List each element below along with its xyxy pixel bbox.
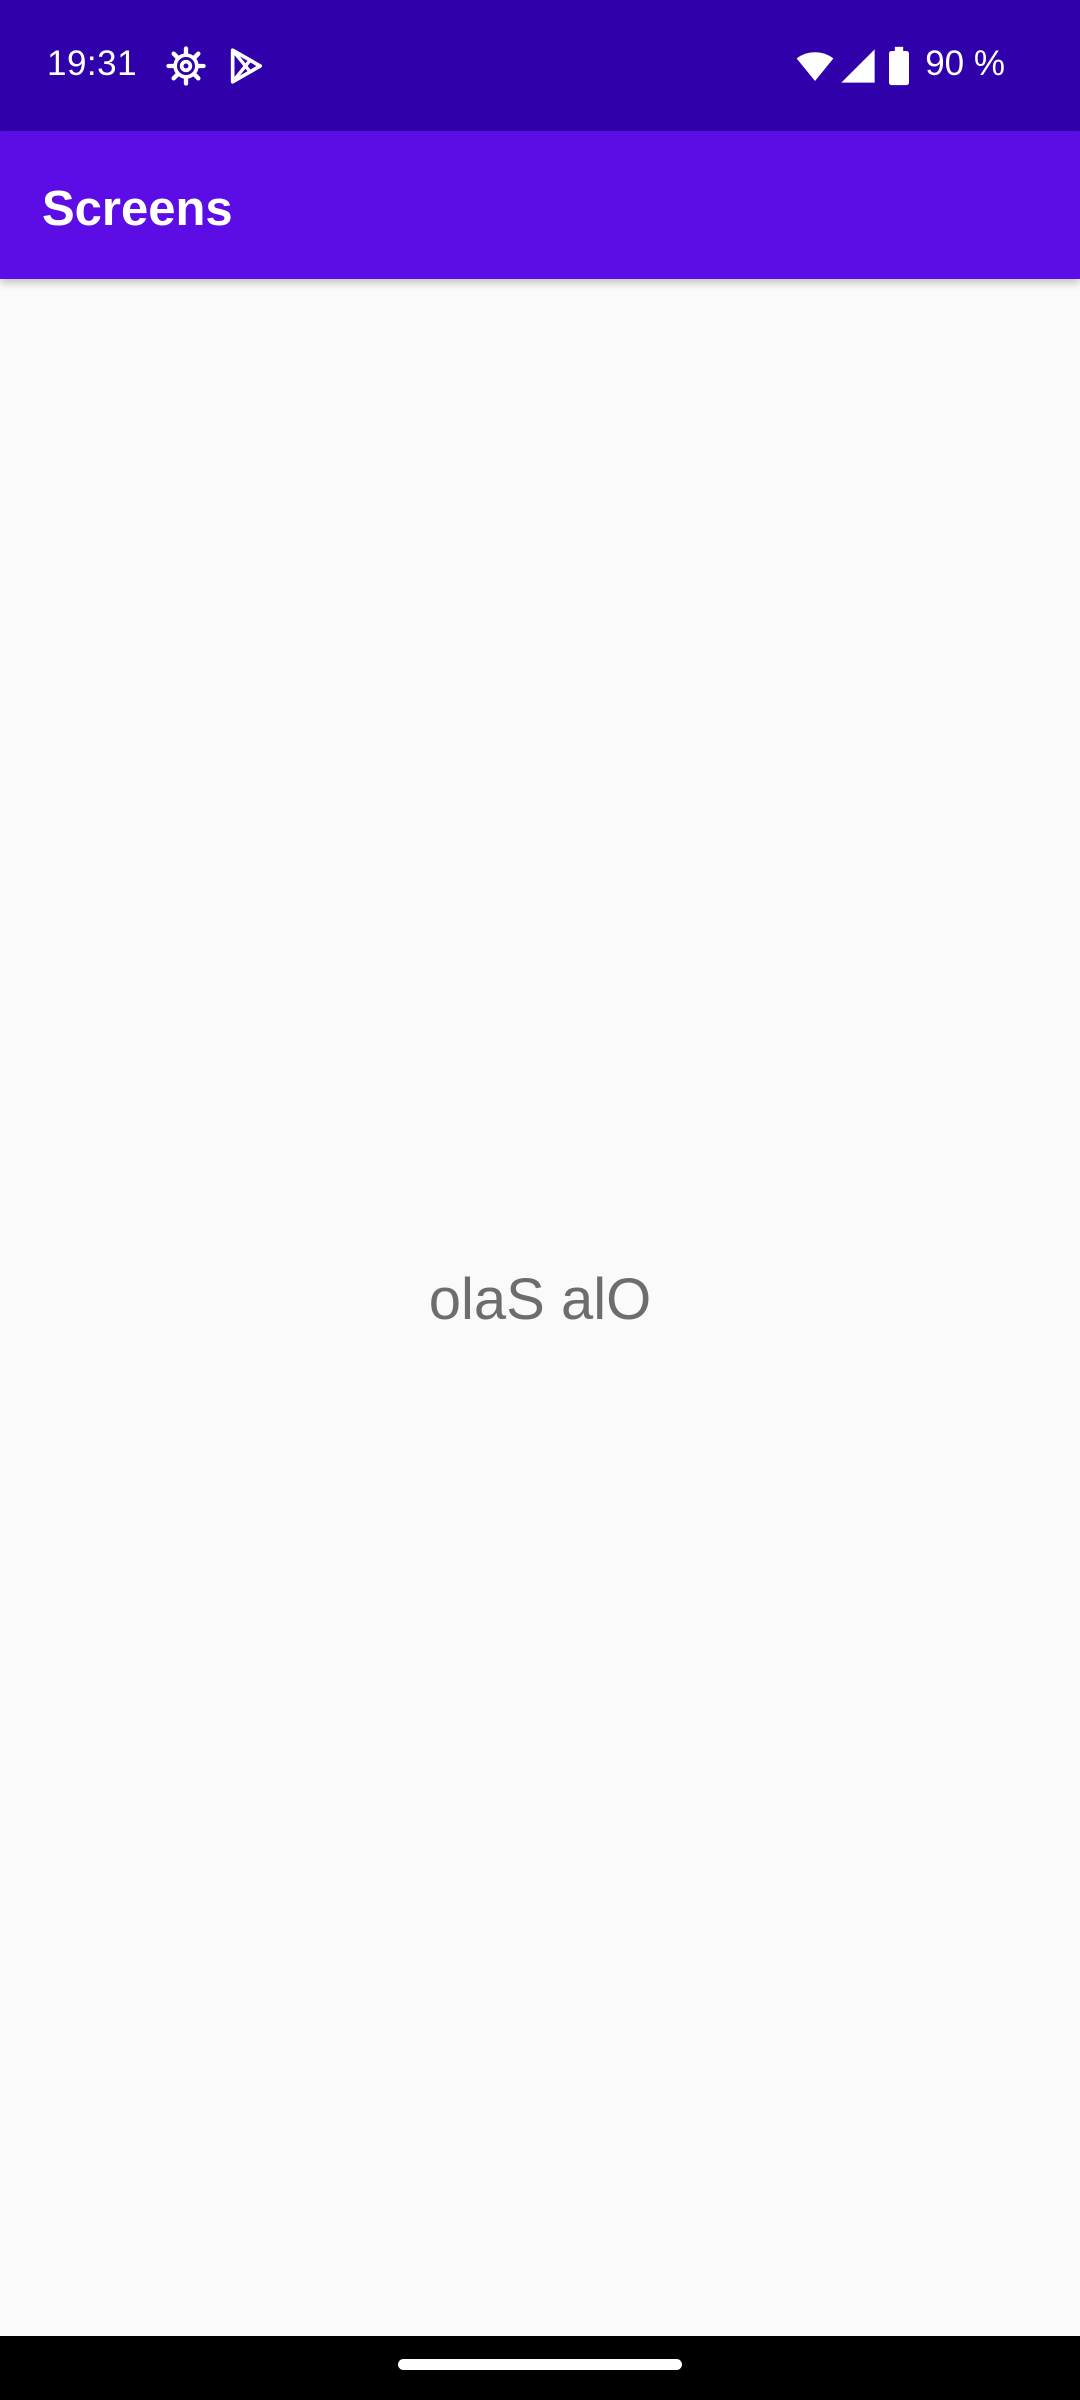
battery-percent: 90 % [925, 44, 1005, 83]
cell-signal-icon [838, 46, 878, 86]
status-bar: 19:31 90 % [0, 0, 1080, 131]
settings-gear-icon [166, 46, 206, 86]
status-time: 19:31 [47, 44, 138, 83]
app-bar: Screens [0, 131, 1080, 279]
center-text: olaS alO [428, 1267, 652, 1332]
wifi-icon [793, 46, 837, 86]
page-title: Screens [42, 182, 233, 236]
play-store-icon [226, 46, 266, 86]
home-gesture-handle[interactable] [398, 2359, 682, 2370]
battery-icon [887, 46, 911, 86]
